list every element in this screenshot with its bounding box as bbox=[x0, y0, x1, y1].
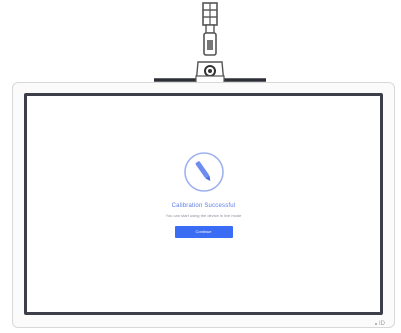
calibration-panel: Calibration Successful You can start usi… bbox=[27, 151, 380, 238]
document-camera-icon bbox=[154, 2, 266, 86]
device-corner-mark: ID bbox=[375, 321, 385, 327]
indicator-dot-icon bbox=[375, 323, 377, 325]
pen-tip-icon bbox=[183, 152, 224, 192]
calibration-stage: Calibration Successful You can start usi… bbox=[0, 0, 401, 333]
device-screen: Calibration Successful You can start usi… bbox=[24, 93, 383, 315]
continue-button[interactable]: Continue bbox=[174, 226, 233, 238]
calibration-subtitle: You can start using the device in live m… bbox=[165, 213, 242, 218]
calibration-title: Calibration Successful bbox=[171, 203, 236, 209]
corner-label: ID bbox=[379, 321, 385, 327]
